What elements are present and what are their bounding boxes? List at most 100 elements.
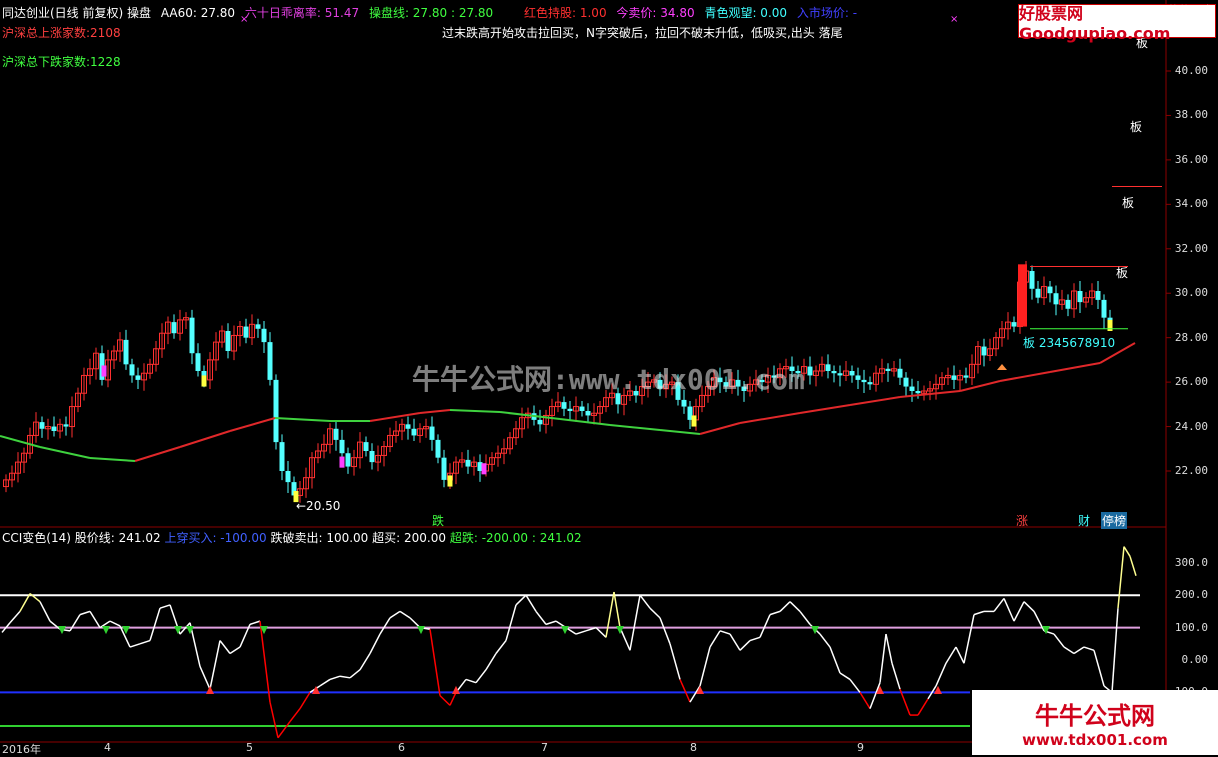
- moving-average-segment: [39, 446, 91, 459]
- cci-segment: [19, 593, 31, 612]
- sell-arrow: [102, 625, 110, 635]
- candle-body-down: [561, 402, 567, 409]
- trade-line: 操盘线: 27.80 : 27.80: [368, 6, 494, 20]
- candle-body-down: [579, 406, 585, 411]
- cci-segment: [149, 607, 161, 641]
- cci-segment: [769, 610, 781, 616]
- cci-segment: [259, 621, 271, 703]
- cci-segment: [935, 662, 947, 687]
- candle-body-down: [681, 399, 687, 407]
- cci-segment: [159, 604, 171, 609]
- candle-body-down: [369, 451, 375, 463]
- candle-body-down: [189, 317, 195, 354]
- cci-segment: [1073, 646, 1085, 655]
- moving-average-segment: [659, 429, 701, 435]
- cci-segment: [1123, 546, 1131, 557]
- candle-body-down: [849, 371, 855, 376]
- cci-segment: [739, 640, 751, 651]
- price-tick: 38.00: [1174, 108, 1208, 122]
- ban-label-2: 板: [1130, 120, 1143, 134]
- buy-arrow: [206, 685, 214, 695]
- candle-body-down: [345, 453, 351, 467]
- cross-marker: ×: [950, 14, 958, 25]
- candle-body-down: [261, 328, 267, 343]
- cci-segment: [515, 594, 527, 606]
- cci-segment: [575, 630, 587, 635]
- cci-segment: [963, 614, 975, 664]
- cci-segment: [973, 610, 985, 616]
- cci-segment: [779, 601, 791, 612]
- candle-body-down: [411, 428, 417, 436]
- candle-body-down: [1095, 291, 1101, 300]
- cci-segment: [605, 591, 615, 638]
- cci-segment: [495, 640, 507, 654]
- cci-segment: [1003, 598, 1015, 622]
- cci-tick: 300.0: [1174, 555, 1208, 569]
- candle-body-down: [837, 373, 843, 376]
- date-tick: 7: [541, 741, 548, 754]
- cci-segment: [1083, 646, 1095, 651]
- cci-segment: [289, 708, 301, 723]
- cci-segment: [649, 607, 661, 619]
- candle-body-down: [195, 353, 201, 371]
- cci-segment: [945, 646, 957, 664]
- aa60-value: AA60: 27.80: [160, 6, 236, 20]
- cci-segment: [429, 629, 441, 696]
- cci-segment: [359, 653, 371, 671]
- special-candle: [201, 375, 207, 387]
- cci-segment: [679, 679, 691, 703]
- candle-body-down: [1077, 291, 1083, 303]
- cci-segment: [525, 594, 537, 612]
- candle-body-down: [285, 471, 291, 483]
- cci-tick: 0.00: [1181, 653, 1209, 666]
- special-candle: [339, 456, 345, 468]
- price-tick: 36.00: [1174, 152, 1208, 166]
- cci-segment: [759, 614, 771, 638]
- cci-segment: [819, 633, 831, 648]
- candle-body-down: [63, 424, 69, 427]
- cci-segment: [319, 678, 331, 687]
- price-tick: 26.00: [1174, 375, 1208, 389]
- candle-body-down: [465, 459, 471, 467]
- candle-body-down: [267, 342, 273, 380]
- candle-body-down: [1011, 322, 1017, 327]
- cci-segment: [79, 610, 91, 616]
- moving-average-segment: [799, 404, 851, 414]
- cci-segment: [219, 640, 231, 654]
- cci-segment: [829, 646, 841, 674]
- up-count: 沪深总上涨家数:2108: [2, 26, 121, 40]
- cci-segment: [849, 678, 861, 693]
- top-right-label: 股票软件公式: [1146, 4, 1212, 17]
- cci-segment: [139, 639, 151, 645]
- cci-segment: [729, 633, 741, 651]
- candle-body-down: [567, 408, 573, 411]
- candle-body-down: [435, 439, 441, 458]
- price-tick: 40.00: [1174, 64, 1208, 77]
- cci-segment: [485, 653, 497, 671]
- candle-body-down: [129, 364, 135, 376]
- candle-body-down: [1053, 293, 1059, 305]
- cci-name: CCI变色(14): [2, 531, 71, 545]
- candle-body-down: [585, 411, 591, 416]
- cci-segment: [9, 610, 21, 624]
- moving-average-segment: [89, 457, 136, 462]
- tdx001-logo-title: 牛牛公式网: [1035, 702, 1155, 730]
- date-tick: 9: [857, 741, 864, 754]
- zhangting-mark: 停榜: [1101, 512, 1128, 529]
- moving-average-segment: [449, 409, 501, 413]
- cci-segment: [505, 604, 517, 641]
- moving-average-segment: [274, 417, 331, 422]
- cci-segment: [669, 643, 681, 680]
- cci-segment: [199, 666, 211, 690]
- sell-arrow: [417, 625, 425, 635]
- market-price: 入市场价: -: [796, 6, 858, 20]
- stock-title: 同达创业(日线 前复权) 操盘: [2, 6, 151, 20]
- chart-header: 同达创业(日线 前复权) 操盘 AA60: 27.80 六十日乖离率: 51.4…: [2, 4, 499, 21]
- zhang-mark: 涨: [1016, 514, 1029, 528]
- moving-average-segment: [699, 422, 741, 435]
- cci-segment: [535, 610, 547, 625]
- cci-segment: [709, 630, 721, 648]
- tdx001-logo[interactable]: 牛牛公式网 www.tdx001.com: [972, 690, 1218, 755]
- cci-segment: [699, 646, 711, 687]
- candle-body-down: [825, 364, 831, 371]
